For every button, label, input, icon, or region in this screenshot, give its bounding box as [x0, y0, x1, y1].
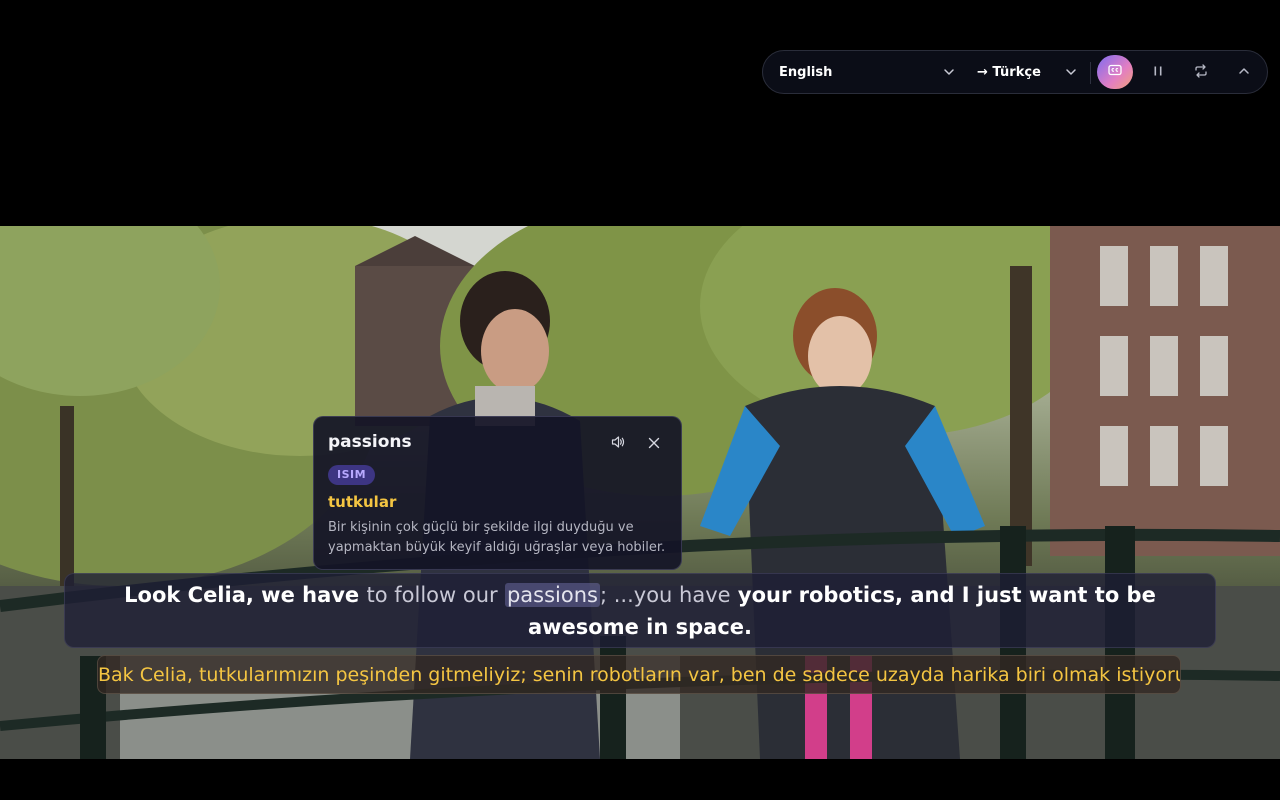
speaker-icon[interactable]	[610, 434, 626, 450]
close-icon[interactable]	[647, 435, 661, 449]
subtitle-segment[interactable]: Look Celia, we have	[124, 583, 359, 607]
captions-toggle-button[interactable]	[1097, 55, 1133, 89]
subtitle-highlighted-word[interactable]: passions	[504, 583, 600, 607]
target-language-select[interactable]: → Türkçe	[977, 51, 1077, 93]
closed-captions-icon	[1107, 62, 1123, 82]
swap-icon	[1193, 63, 1209, 83]
subtitle-segment[interactable]: ; ...you have	[600, 583, 731, 607]
toolbar-divider	[1090, 62, 1091, 84]
original-subtitle: Look Celia, we have to follow our passio…	[64, 573, 1216, 648]
translated-subtitle: Bak Celia, tutkularımızın peşinden gitme…	[97, 655, 1181, 694]
page: English → Türkçe passions ISIM tutkular …	[0, 0, 1280, 800]
swap-languages-button[interactable]	[1188, 60, 1214, 86]
chevron-up-icon	[1236, 63, 1252, 83]
part-of-speech-badge: ISIM	[328, 465, 376, 485]
translation-toolbar: English → Türkçe	[762, 50, 1268, 94]
popup-definition: Bir kişinin çok güçlü bir şekilde ilgi d…	[328, 520, 666, 555]
source-language-label: English	[779, 64, 833, 80]
collapse-button[interactable]	[1231, 60, 1257, 86]
source-language-select[interactable]: English	[779, 51, 955, 93]
target-language-label: → Türkçe	[977, 64, 1041, 80]
popup-translation: tutkular	[328, 493, 397, 511]
pause-button[interactable]	[1145, 60, 1171, 86]
subtitle-segment[interactable]: to follow our	[366, 583, 497, 607]
chevron-down-icon	[1065, 66, 1077, 78]
popup-word: passions	[328, 432, 412, 452]
pause-icon	[1150, 63, 1166, 83]
chevron-down-icon	[943, 66, 955, 78]
word-definition-popup: passions ISIM tutkular Bir kişinin çok g…	[313, 416, 682, 570]
